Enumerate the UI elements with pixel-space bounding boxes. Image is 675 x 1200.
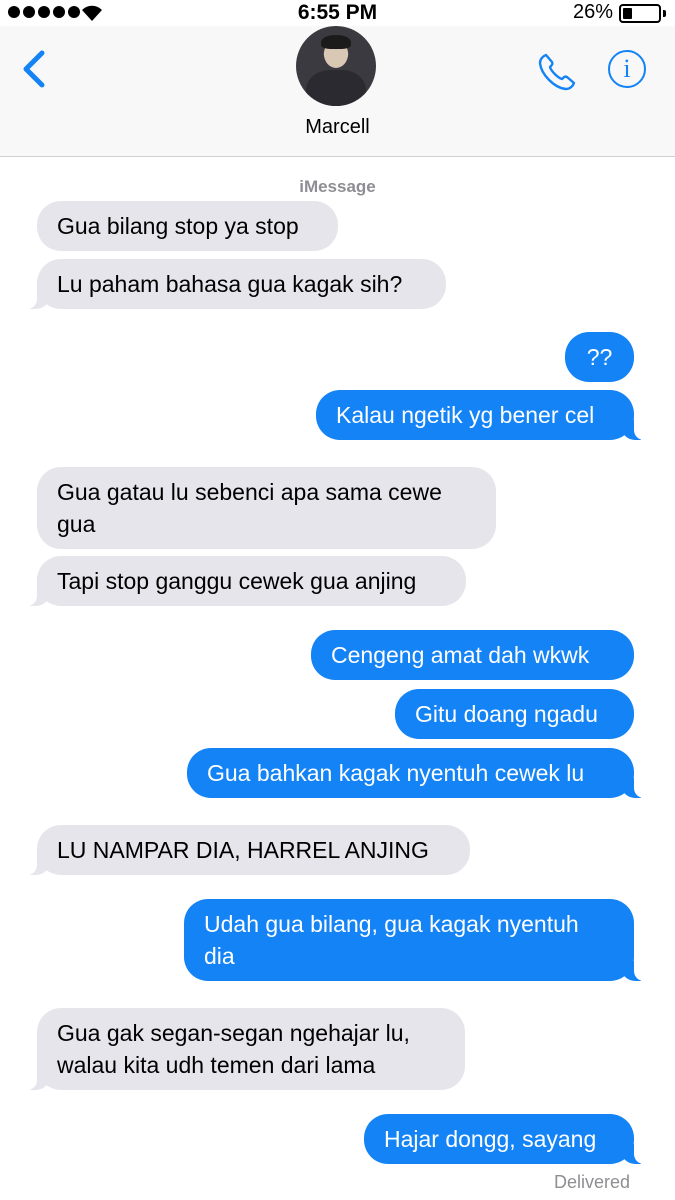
message-text: ?? [586,344,613,370]
message-text: Gua bahkan kagak nyentuh cewek lu [207,760,585,786]
message-text: Tapi stop ganggu cewek gua anjing [57,568,417,594]
message-bubble: Tapi stop ganggu cewek gua anjing [25,556,466,606]
service-label: iMessage [299,177,376,196]
conversation-header: Marcell i [0,26,675,157]
battery-icon [619,4,661,23]
message-text: Kalau ngetik yg bener cel [336,402,595,428]
message-bubble: Gua bahkan kagak nyentuh cewek lu [187,748,646,798]
message-text: Gua gatau lu sebenci apa sama cewe gua [57,479,442,537]
info-icon[interactable]: i [608,50,646,88]
message-text: Hajar dongg, sayang [384,1126,597,1152]
battery-percentage: 26% [572,1,613,23]
delivery-status: Delivered [553,1172,630,1192]
message-bubble: Cengeng amat dah wkwk [311,630,634,680]
message-bubble: LU NAMPAR DIA, HARREL ANJING [25,825,470,875]
message-bubble: Gua bilang stop ya stop [37,201,338,251]
contact-name[interactable]: Marcell [0,116,675,139]
message-bubble: Lu paham bahasa gua kagak sih? [25,259,446,309]
message-text: Cengeng amat dah wkwk [331,642,590,668]
battery-cap [663,10,666,17]
message-bubble: Udah gua bilang, gua kagak nyentuh dia [184,899,646,981]
message-text: LU NAMPAR DIA, HARREL ANJING [57,837,429,863]
message-text: Udah gua bilang, gua kagak nyentuh dia [204,911,579,969]
message-bubble: Gitu doang ngadu [395,689,634,739]
message-text: Gitu doang ngadu [415,701,598,727]
message-bubble: ?? [565,332,634,382]
avatar[interactable] [296,26,376,106]
message-bubble: Hajar dongg, sayang [364,1114,646,1164]
status-bar: 6:55 PM 26% [0,0,675,26]
message-text: Lu paham bahasa gua kagak sih? [57,271,403,297]
back-chevron-icon[interactable] [20,50,48,88]
phone-icon[interactable] [537,52,577,92]
message-text: Gua bilang stop ya stop [57,213,299,239]
message-text: Gua gak segan-segan ngehajar lu, walau k… [57,1020,410,1078]
message-bubble: Kalau ngetik yg bener cel [316,390,646,440]
message-bubble: Gua gatau lu sebenci apa sama cewe gua [37,467,496,549]
message-bubble: Gua gak segan-segan ngehajar lu, walau k… [25,1008,465,1090]
